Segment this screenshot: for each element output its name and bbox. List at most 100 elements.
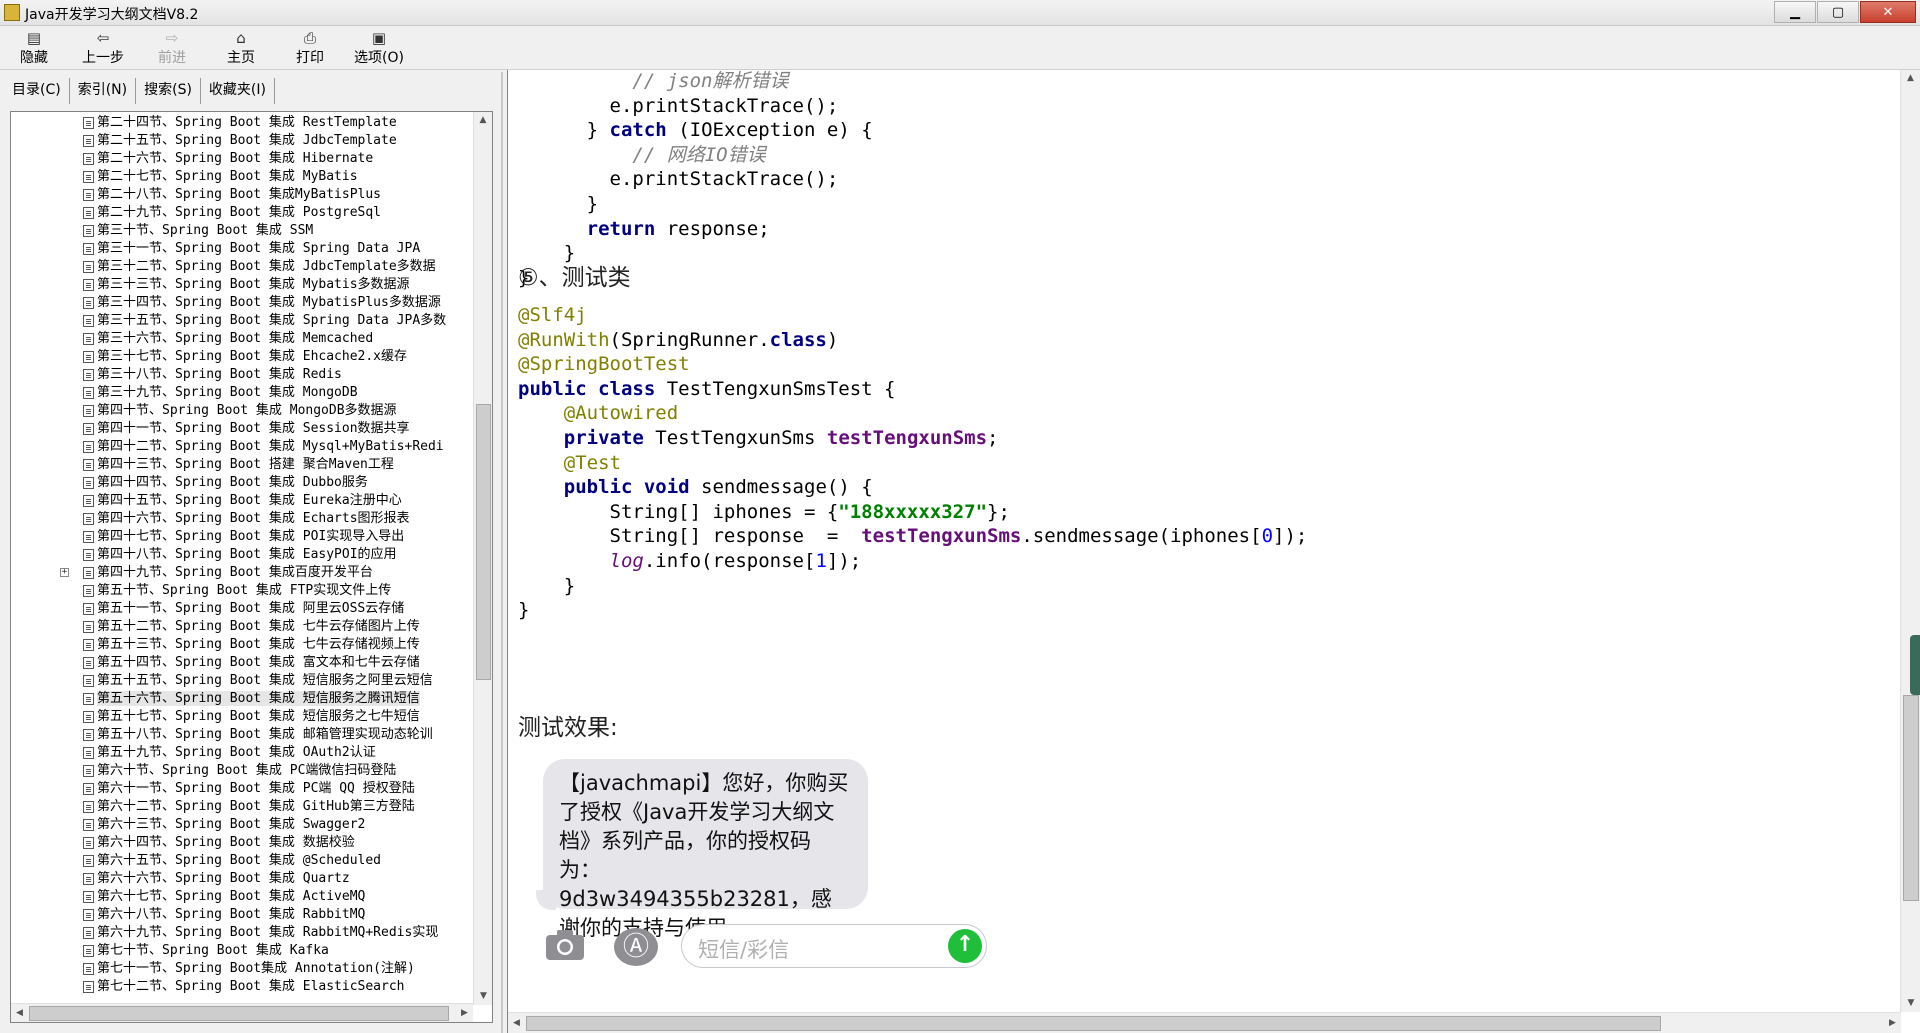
content-scroll-thumb[interactable] xyxy=(1903,695,1919,901)
tree-item[interactable]: 第四十二节、Spring Boot 集成 Mysql+MyBatis+Redi xyxy=(11,438,473,456)
tree-item[interactable]: 第五十一节、Spring Boot 集成 阿里云OSS云存储 xyxy=(11,600,473,618)
page-icon xyxy=(83,153,94,165)
scroll-right-arrow-icon[interactable]: ▶ xyxy=(456,1004,473,1022)
tree-item[interactable]: 第二十九节、Spring Boot 集成 PostgreSql xyxy=(11,204,473,222)
minimize-button[interactable]: ▁ xyxy=(1774,1,1816,23)
forward-button[interactable]: ⇨ 前进 xyxy=(142,29,202,69)
back-button[interactable]: ⇦ 上一步 xyxy=(73,29,133,69)
tree-item[interactable]: 第六十二节、Spring Boot 集成 GitHub第三方登陆 xyxy=(11,798,473,816)
tree-item[interactable]: 第三十一节、Spring Boot 集成 Spring Data JPA xyxy=(11,240,473,258)
sms-screenshot: 【javachmapi】您好，你购买了授权《Java开发学习大纲文档》系列产品，… xyxy=(516,756,1016,1012)
tab-search[interactable]: 搜索(S) xyxy=(136,78,201,104)
tree-item[interactable]: 第二十六节、Spring Boot 集成 Hibernate xyxy=(11,150,473,168)
tree-item[interactable]: 第四十六节、Spring Boot 集成 Echarts图形报表 xyxy=(11,510,473,528)
scroll-left-arrow-icon[interactable]: ◀ xyxy=(11,1004,28,1022)
tab-index[interactable]: 索引(N) xyxy=(70,78,137,104)
tree-item[interactable]: 第四十五节、Spring Boot 集成 Eureka注册中心 xyxy=(11,492,473,510)
scroll-down-arrow-icon[interactable]: ▼ xyxy=(474,988,492,1005)
window-title: Java开发学习大纲文档V8.2 xyxy=(25,7,199,23)
tree-item[interactable]: 第三十六节、Spring Boot 集成 Memcached xyxy=(11,330,473,348)
tree-item[interactable]: 第五十七节、Spring Boot 集成 短信服务之七牛短信 xyxy=(11,708,473,726)
tree-item[interactable]: 第六十九节、Spring Boot 集成 RabbitMQ+Redis实现 xyxy=(11,924,473,942)
home-button[interactable]: ⌂ 主页 xyxy=(211,29,271,69)
tree-item[interactable]: 第五十二节、Spring Boot 集成 七牛云存储图片上传 xyxy=(11,618,473,636)
tree-item[interactable]: 第六十五节、Spring Boot 集成 @Scheduled xyxy=(11,852,473,870)
code-comment: // json解析错误 xyxy=(632,70,789,92)
tree-item[interactable]: 第六十三节、Spring Boot 集成 Swagger2 xyxy=(11,816,473,834)
tree-item[interactable]: 第三十五节、Spring Boot 集成 Spring Data JPA多数 xyxy=(11,312,473,330)
tree-item[interactable]: 第四十三节、Spring Boot 搭建 聚合Maven工程 xyxy=(11,456,473,474)
code-annotation: @Test xyxy=(563,451,621,474)
tree-item[interactable]: 第六十八节、Spring Boot 集成 RabbitMQ xyxy=(11,906,473,924)
tree-item[interactable]: 第六十七节、Spring Boot 集成 ActiveMQ xyxy=(11,888,473,906)
tree-item[interactable]: 第四十七节、Spring Boot 集成 POI实现导入导出 xyxy=(11,528,473,546)
tree-item[interactable]: 第二十七节、Spring Boot 集成 MyBatis xyxy=(11,168,473,186)
tree-item[interactable]: 第五十六节、Spring Boot 集成 短信服务之腾讯短信 xyxy=(11,690,473,708)
print-button[interactable]: ⎙ 打印 xyxy=(280,29,340,69)
tab-favorites[interactable]: 收藏夹(I) xyxy=(201,78,275,104)
tree-item-label: 第六十三节、Spring Boot 集成 Swagger2 xyxy=(97,817,366,832)
code-line: e.printStackTrace(); xyxy=(609,168,839,191)
tree-item-label: 第五十五节、Spring Boot 集成 短信服务之阿里云短信 xyxy=(97,673,433,688)
tree-item[interactable]: 第六十节、Spring Boot 集成 PC端微信扫码登陆 xyxy=(11,762,473,780)
options-button[interactable]: ▣ 选项(O) xyxy=(349,29,409,69)
tree-item[interactable]: 第三十四节、Spring Boot 集成 MybatisPlus多数据源 xyxy=(11,294,473,312)
scroll-up-arrow-icon[interactable]: ▲ xyxy=(474,112,492,129)
hide-button[interactable]: ▤ 隐藏 xyxy=(4,29,64,69)
tree-item[interactable]: 第五十三节、Spring Boot 集成 七牛云存储视频上传 xyxy=(11,636,473,654)
tree-scroll-thumb[interactable] xyxy=(476,404,491,680)
content-hscroll-thumb[interactable] xyxy=(526,1016,1661,1031)
tree-item[interactable]: 第四十八节、Spring Boot 集成 EasyPOI的应用 xyxy=(11,546,473,564)
tree-hscroll-thumb[interactable] xyxy=(29,1006,449,1021)
tree-item[interactable]: 第六十四节、Spring Boot 集成 数据校验 xyxy=(11,834,473,852)
page-icon xyxy=(83,387,94,399)
scroll-up-arrow-icon[interactable]: ▲ xyxy=(1901,70,1920,87)
close-button[interactable]: ✕ xyxy=(1860,1,1916,23)
scroll-right-arrow-icon[interactable]: ▶ xyxy=(1884,1013,1901,1033)
tree-item[interactable]: 第三十八节、Spring Boot 集成 Redis xyxy=(11,366,473,384)
scroll-down-arrow-icon[interactable]: ▼ xyxy=(1901,995,1920,1012)
tree-item[interactable]: 第六十六节、Spring Boot 集成 Quartz xyxy=(11,870,473,888)
tree-item[interactable]: 第七十二节、Spring Boot 集成 ElasticSearch xyxy=(11,978,473,996)
tree-item[interactable]: 第五十四节、Spring Boot 集成 富文本和七牛云存储 xyxy=(11,654,473,672)
tree-item[interactable]: 第三十三节、Spring Boot 集成 Mybatis多数据源 xyxy=(11,276,473,294)
content-horizontal-scrollbar[interactable]: ◀ ▶ xyxy=(508,1012,1901,1033)
tree-item[interactable]: 第七十一节、Spring Boot集成 Annotation(注解) xyxy=(11,960,473,978)
tree-item[interactable]: + 第四十九节、Spring Boot 集成百度开发平台 xyxy=(11,564,473,582)
tree-item[interactable]: 第五十八节、Spring Boot 集成 邮箱管理实现动态轮训 xyxy=(11,726,473,744)
tree-item[interactable]: 第三十九节、Spring Boot 集成 MongoDB xyxy=(11,384,473,402)
tree-item[interactable]: 第二十八节、Spring Boot 集成MyBatisPlus xyxy=(11,186,473,204)
tree-item-label: 第三十四节、Spring Boot 集成 MybatisPlus多数据源 xyxy=(97,295,441,310)
scroll-left-arrow-icon[interactable]: ◀ xyxy=(508,1013,525,1033)
tab-contents[interactable]: 目录(C) xyxy=(4,78,70,104)
code-line: e.printStackTrace(); xyxy=(609,94,839,117)
tree-item[interactable]: 第七十节、Spring Boot 集成 Kafka xyxy=(11,942,473,960)
tree-horizontal-scrollbar[interactable]: ◀ ▶ xyxy=(11,1003,473,1022)
page-icon xyxy=(83,675,94,687)
tree-item[interactable]: 第四十节、Spring Boot 集成 MongoDB多数据源 xyxy=(11,402,473,420)
tree-item[interactable]: 第三十七节、Spring Boot 集成 Ehcache2.x缓存 xyxy=(11,348,473,366)
tree-item[interactable]: 第四十四节、Spring Boot 集成 Dubbo服务 xyxy=(11,474,473,492)
content-vertical-scrollbar[interactable]: ▲ ▼ xyxy=(1900,70,1920,1012)
expand-plus-icon[interactable]: + xyxy=(60,568,69,577)
tree-item[interactable]: 第五十五节、Spring Boot 集成 短信服务之阿里云短信 xyxy=(11,672,473,690)
code-line: .sendmessage(iphones[ xyxy=(1021,525,1262,548)
tree-item[interactable]: 第二十四节、Spring Boot 集成 RestTemplate xyxy=(11,114,473,132)
code-field: testTengxunSms xyxy=(826,426,988,449)
code-field: log xyxy=(609,549,644,572)
tree-vertical-scrollbar[interactable]: ▲ ▼ xyxy=(473,112,492,1005)
tree-item[interactable]: 第六十一节、Spring Boot 集成 PC端 QQ 授权登陆 xyxy=(11,780,473,798)
page-icon xyxy=(83,621,94,633)
code-field: testTengxunSms xyxy=(861,525,1022,548)
tree-item[interactable]: 第三十节、Spring Boot 集成 SSM xyxy=(11,222,473,240)
tree-item[interactable]: 第二十五节、Spring Boot 集成 JdbcTemplate xyxy=(11,132,473,150)
code-block-2: @Slf4j @RunWith(SpringRunner.class) @Spr… xyxy=(518,303,1307,623)
tree-item[interactable]: 第三十二节、Spring Boot 集成 JdbcTemplate多数据 xyxy=(11,258,473,276)
tree-item-label: 第二十六节、Spring Boot 集成 Hibernate xyxy=(97,151,374,166)
maximize-button[interactable]: ▢ xyxy=(1817,1,1859,23)
tree-item[interactable]: 第四十一节、Spring Boot 集成 Session数据共享 xyxy=(11,420,473,438)
code-keyword: private xyxy=(563,426,644,449)
tree-item[interactable]: 第五十节、Spring Boot 集成 FTP实现文件上传 xyxy=(11,582,473,600)
tree-item[interactable]: 第五十九节、Spring Boot 集成 OAuth2认证 xyxy=(11,744,473,762)
page-icon xyxy=(83,243,94,255)
